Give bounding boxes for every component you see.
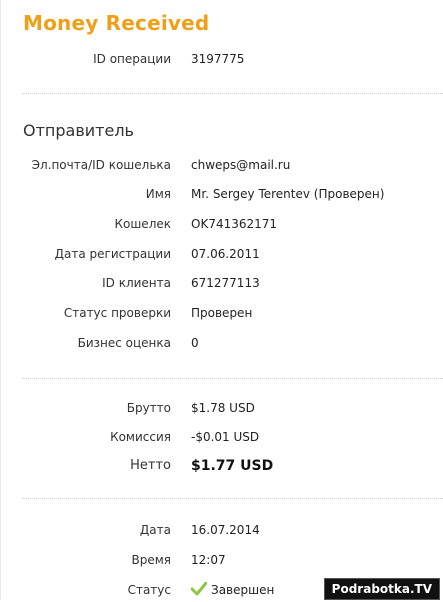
fee-row: Комиссия -$0.01 USD: [1, 427, 443, 447]
sender-verification-row: Статус проверки Проверен: [1, 303, 443, 323]
time-label: Время: [131, 553, 171, 567]
gross-label: Брутто: [126, 401, 171, 415]
sender-name-value: Mr. Sergey Terentev (Проверен): [191, 187, 385, 201]
sender-wallet-label: Кошелек: [114, 217, 171, 231]
sender-name-label: Имя: [145, 187, 171, 201]
sender-verification-value: Проверен: [191, 306, 253, 320]
sender-name-row: Имя Mr. Sergey Terentev (Проверен): [1, 184, 443, 204]
sender-email-label: Эл.почта/ID кошелька: [31, 158, 171, 172]
sender-email-row: Эл.почта/ID кошелька chweps@mail.ru: [1, 155, 443, 175]
sender-client-id-label: ID клиента: [102, 276, 171, 290]
status-label: Статус: [127, 583, 171, 597]
net-label: Нетто: [130, 458, 171, 473]
transaction-details: Money Received ID операции 3197775 Отпра…: [0, 0, 443, 600]
checkmark-icon: [190, 581, 208, 596]
sender-regdate-label: Дата регистрации: [54, 247, 171, 261]
sender-email-value: chweps@mail.ru: [191, 158, 291, 172]
divider: [23, 498, 443, 499]
divider: [23, 93, 443, 94]
operation-id-row: ID операции 3197775: [1, 49, 443, 69]
time-value: 12:07: [191, 553, 226, 567]
fee-value: -$0.01 USD: [191, 430, 260, 444]
sender-verification-label: Статус проверки: [63, 306, 171, 320]
time-row: Время 12:07: [1, 550, 443, 570]
sender-client-id-value: 671277113: [191, 276, 260, 290]
net-row: Нетто $1.77 USD: [1, 456, 443, 476]
sender-client-id-row: ID клиента 671277113: [1, 273, 443, 293]
divider: [23, 378, 443, 379]
sender-business-rating-value: 0: [191, 336, 199, 350]
sender-wallet-value: OK741362171: [191, 217, 278, 231]
operation-id-label: ID операции: [93, 52, 171, 66]
sender-wallet-row: Кошелек OK741362171: [1, 214, 443, 234]
sender-section-title: Отправитель: [23, 121, 134, 140]
gross-row: Брутто $1.78 USD: [1, 398, 443, 418]
sender-business-rating-label: Бизнес оценка: [77, 336, 171, 350]
page-title: Money Received: [23, 11, 210, 35]
sender-regdate-value: 07.06.2011: [191, 247, 260, 261]
gross-value: $1.78 USD: [191, 401, 255, 415]
sender-business-rating-row: Бизнес оценка 0: [1, 333, 443, 353]
net-value: $1.77 USD: [191, 458, 274, 474]
sender-regdate-row: Дата регистрации 07.06.2011: [1, 244, 443, 264]
fee-label: Комиссия: [110, 430, 171, 444]
date-row: Дата 16.07.2014: [1, 520, 443, 540]
date-value: 16.07.2014: [191, 523, 260, 537]
watermark: Podrabotka.TV: [323, 578, 440, 600]
operation-id-value: 3197775: [191, 52, 245, 66]
date-label: Дата: [139, 523, 171, 537]
status-value-wrap: Завершен: [190, 580, 275, 600]
status-value: Завершен: [211, 583, 275, 597]
